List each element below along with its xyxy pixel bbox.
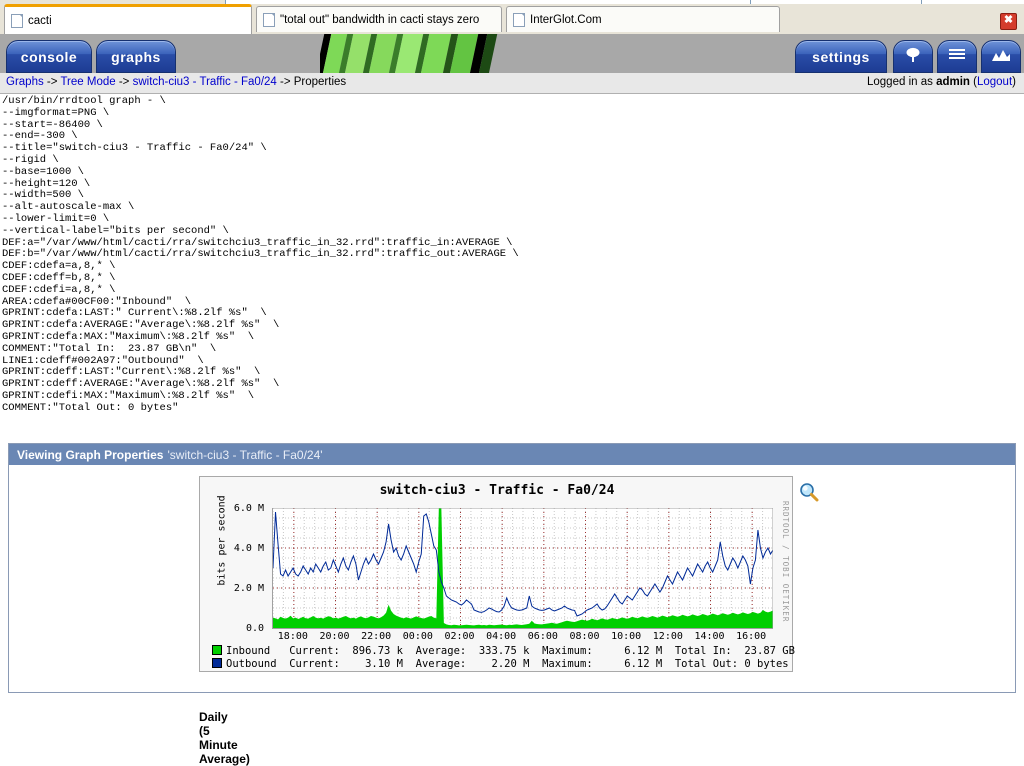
x-tick-label: 02:00 [444, 631, 475, 642]
list-icon [948, 47, 966, 66]
x-tick-label: 22:00 [361, 631, 392, 642]
logout-link[interactable]: Logout [977, 76, 1012, 88]
graph-legend: Inbound Current: 896.73 k Average: 333.7… [212, 645, 795, 670]
breadcrumb-link-graphs[interactable]: Graphs [6, 76, 44, 88]
y-tick-label: 2.0 M [233, 583, 264, 594]
y-tick-label: 4.0 M [233, 543, 264, 554]
x-tick-label: 00:00 [402, 631, 433, 642]
browser-tab-label: "total out" bandwidth in cacti stays zer… [280, 13, 480, 26]
magnifier-icon[interactable] [799, 482, 819, 502]
legend-row-inbound: Inbound Current: 896.73 k Average: 333.7… [226, 645, 795, 657]
login-paren-open: ( [969, 76, 977, 88]
x-tick-label: 06:00 [527, 631, 558, 642]
browser-tab-label: InterGlot.Com [530, 13, 602, 26]
legend-row-outbound: Outbound Current: 3.10 M Average: 2.20 M… [226, 657, 789, 670]
plot-svg [272, 507, 783, 633]
nav-settings-button[interactable]: settings [795, 40, 887, 73]
x-tick-label: 14:00 [694, 631, 725, 642]
login-prefix: Logged in as [867, 76, 937, 88]
breadcrumb-bar: Graphs -> Tree Mode -> switch-ciu3 - Tra… [0, 73, 1024, 94]
tree-icon [904, 46, 922, 67]
cacti-logo [320, 34, 500, 73]
breadcrumb-sep: -> [43, 76, 61, 88]
panel-title-bar: Viewing Graph Properties 'switch-ciu3 - … [9, 444, 1015, 465]
cacti-header: console graphs settings [0, 34, 1024, 73]
breadcrumb: Graphs -> Tree Mode -> switch-ciu3 - Tra… [6, 76, 346, 88]
nav-graphs-button[interactable]: graphs [96, 40, 176, 73]
rrdtool-watermark: RRDTOOL / TOBI OETIKER [781, 501, 790, 623]
x-tick-label: 16:00 [736, 631, 767, 642]
y-tick-label: 0.0 [245, 623, 264, 634]
close-tab-icon[interactable]: ✖ [1000, 13, 1017, 30]
rrdtool-command-text: /usr/bin/rrdtool graph - \ --imgformat=P… [2, 95, 519, 414]
page-icon [513, 12, 525, 27]
x-tick-label: 12:00 [652, 631, 683, 642]
panel-title-subtitle: 'switch-ciu3 - Traffic - Fa0/24' [167, 447, 323, 462]
tab-bar: cacti "total out" bandwidth in cacti sta… [0, 4, 1024, 34]
browser-tab-interglot[interactable]: InterGlot.Com [506, 6, 780, 32]
breadcrumb-sep: -> [276, 76, 294, 88]
rrd-graph-image: switch-ciu3 - Traffic - Fa0/24 bits per … [199, 476, 795, 672]
browser-tab-total-out[interactable]: "total out" bandwidth in cacti stays zer… [256, 6, 502, 32]
browser-tab-cacti[interactable]: cacti [4, 4, 252, 34]
breadcrumb-link-graph[interactable]: switch-ciu3 - Traffic - Fa0/24 [133, 76, 277, 88]
legend-swatch-outbound [212, 657, 222, 668]
page-icon [263, 12, 275, 27]
x-tick-label: 04:00 [486, 631, 517, 642]
graph-properties-panel: Viewing Graph Properties 'switch-ciu3 - … [8, 443, 1016, 766]
browser-tab-label: cacti [28, 14, 52, 27]
login-status: Logged in as admin (Logout) [867, 76, 1016, 88]
nav-console-label: console [20, 48, 78, 65]
login-username: admin [936, 76, 970, 88]
chart-icon [991, 48, 1011, 65]
panel-title-text: Viewing Graph Properties [17, 447, 164, 462]
x-tick-label: 08:00 [569, 631, 600, 642]
breadcrumb-link-tree-mode[interactable]: Tree Mode [60, 76, 115, 88]
x-tick-label: 20:00 [319, 631, 350, 642]
nav-chart-button[interactable] [981, 40, 1021, 73]
x-tick-label: 18:00 [277, 631, 308, 642]
graph-title: switch-ciu3 - Traffic - Fa0/24 [379, 483, 615, 498]
nav-settings-label: settings [812, 48, 870, 65]
browser-chrome: cacti "total out" bandwidth in cacti sta… [0, 0, 1024, 34]
y-tick-label: 6.0 M [233, 503, 264, 514]
nav-graphs-label: graphs [111, 48, 161, 65]
login-paren-close: ) [1012, 76, 1016, 88]
nav-tree-button[interactable] [893, 40, 933, 73]
plot-area [272, 507, 783, 633]
x-tick-label: 10:00 [611, 631, 642, 642]
page-icon [11, 13, 23, 28]
nav-console-button[interactable]: console [6, 40, 92, 73]
breadcrumb-current: Properties [293, 76, 347, 88]
legend-swatch-inbound [212, 645, 222, 655]
nav-list-button[interactable] [937, 40, 977, 73]
breadcrumb-sep: -> [115, 76, 133, 88]
